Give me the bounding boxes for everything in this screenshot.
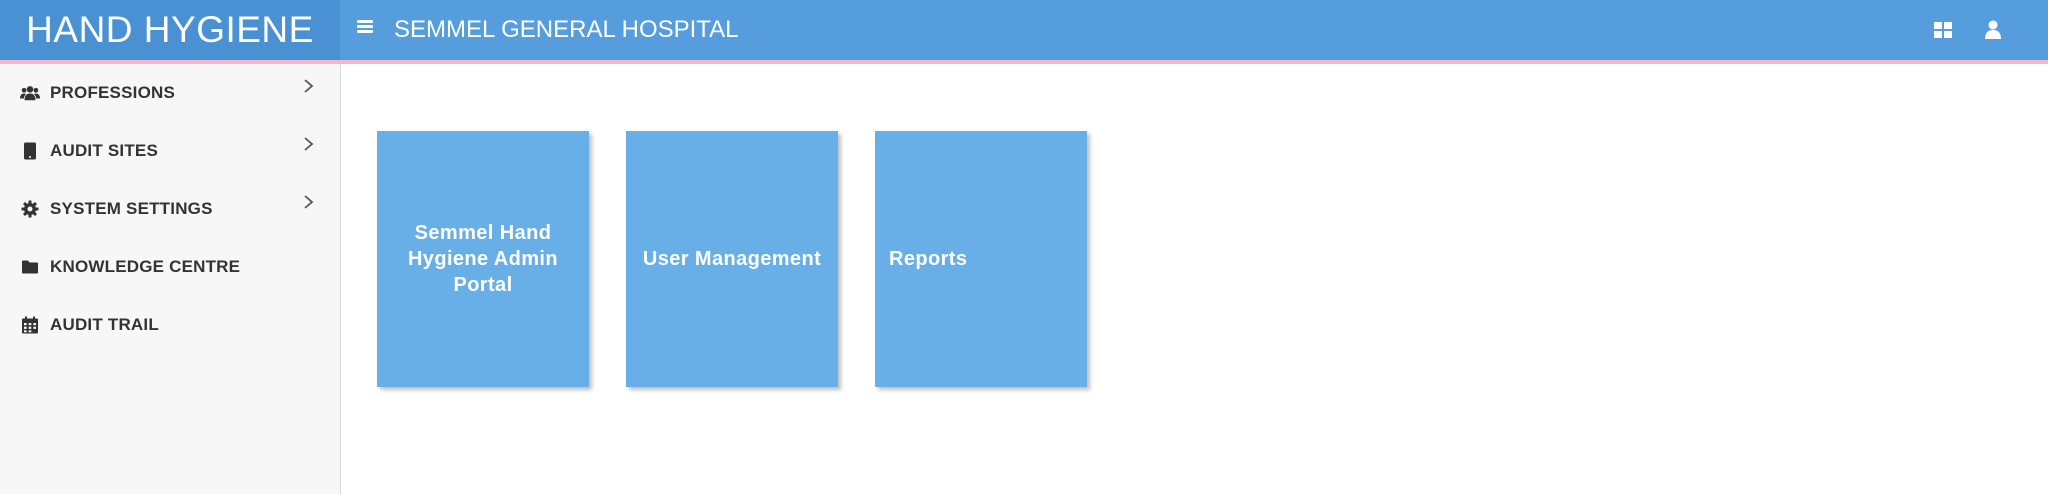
hamburger-icon[interactable]: [354, 18, 376, 40]
sidebar: PROFESSIONS AUDIT SITES SYSTEM SETTINGS …: [0, 64, 341, 494]
sidebar-item-knowledge-centre[interactable]: KNOWLEDGE CENTRE: [0, 238, 340, 296]
chevron-right-icon: [302, 134, 316, 154]
sidebar-item-label: PROFESSIONS: [50, 83, 176, 102]
sidebar-item-label: AUDIT SITES: [50, 141, 158, 160]
sidebar-item-audit-sites[interactable]: AUDIT SITES: [0, 122, 340, 180]
chevron-right-icon: [302, 76, 316, 96]
sidebar-item-audit-trail[interactable]: AUDIT TRAIL: [0, 296, 340, 354]
sidebar-item-label: AUDIT TRAIL: [50, 315, 159, 334]
sidebar-item-label: SYSTEM SETTINGS: [50, 199, 213, 218]
chevron-right-icon: [302, 192, 316, 212]
sidebar-item-professions[interactable]: PROFESSIONS: [0, 64, 340, 122]
top-bar: HAND HYGIENE SEMMEL GENERAL HOSPITAL: [0, 0, 2048, 64]
calendar-icon: [20, 316, 40, 334]
main-content: Semmel Hand Hygiene Admin Portal User Ma…: [341, 64, 2048, 494]
folder-icon: [20, 258, 40, 276]
sidebar-item-label: KNOWLEDGE CENTRE: [50, 257, 241, 276]
hospital-name: SEMMEL GENERAL HOSPITAL: [394, 16, 739, 43]
tile-admin-portal[interactable]: Semmel Hand Hygiene Admin Portal: [377, 131, 589, 387]
app-brand[interactable]: HAND HYGIENE: [0, 0, 340, 60]
tile-reports[interactable]: Reports: [875, 131, 1087, 387]
tile-user-management[interactable]: User Management: [626, 131, 838, 387]
sidebar-item-system-settings[interactable]: SYSTEM SETTINGS: [0, 180, 340, 238]
tablet-icon: [20, 142, 40, 160]
users-icon: [20, 84, 40, 102]
grid-icon[interactable]: [1932, 19, 1954, 41]
user-icon[interactable]: [1982, 19, 2004, 41]
gear-icon: [20, 200, 40, 218]
